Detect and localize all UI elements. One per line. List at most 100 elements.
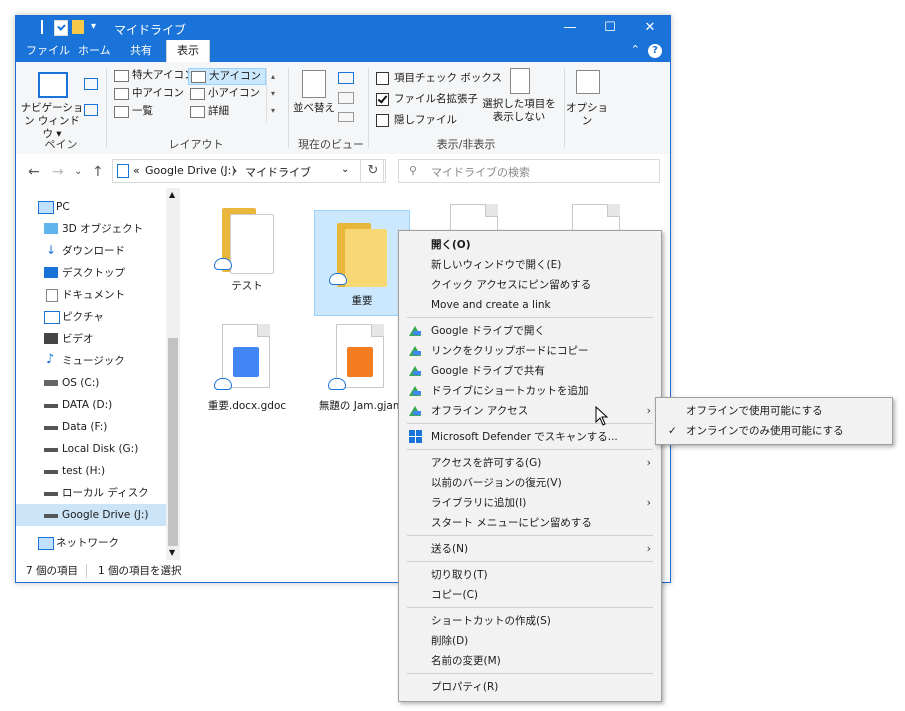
menu-item-include-library[interactable]: ライブラリに追加(I) › [399,493,661,513]
hide-selected-button[interactable]: 選択した項目を 表示しない [482,98,556,124]
menu-item-pin-start[interactable]: スタート メニューにピン留めする [399,513,661,533]
hidden-files-toggle[interactable] [376,114,389,127]
menu-item-properties[interactable]: プロパティ(R) [399,677,661,697]
close-button[interactable]: ✕ [630,16,670,40]
nav-item-network[interactable]: ネットワーク [16,532,166,554]
nav-item-test-h[interactable]: test (H:) [16,460,166,482]
help-icon[interactable]: ? [648,44,662,58]
menu-item-restore-versions[interactable]: 以前のバージョンの復元(V) [399,473,661,493]
recent-dropdown-icon[interactable]: ⌄ [74,166,82,177]
menu-item-offline-access[interactable]: オフライン アクセス › [399,401,661,421]
menu-item-create-shortcut[interactable]: ショートカットの作成(S) [399,611,661,631]
menu-item-add-shortcut-drive[interactable]: ドライブにショートカットを追加 [399,381,661,401]
details-pane-icon[interactable] [84,104,98,116]
search-box[interactable]: ⚲ マイドライブの検索 [398,159,660,183]
forward-icon[interactable]: → [52,164,64,180]
nav-item-desktop[interactable]: デスクトップ [16,262,166,284]
options-button[interactable]: オプション [562,102,612,128]
menu-item-cut[interactable]: 切り取り(T) [399,565,661,585]
scroll-down-icon[interactable]: ▼ [169,548,175,557]
tab-home[interactable]: ホーム [78,40,111,62]
drive-icon [44,380,58,386]
tab-share[interactable]: 共有 [130,40,152,62]
navigation-pane-icon[interactable] [38,72,68,98]
menu-item-open-new-window[interactable]: 新しいウィンドウで開く(E) [399,255,661,275]
menu-item-send-to[interactable]: 送る(N) › [399,539,661,559]
breadcrumb-folder[interactable]: マイドライブ [245,164,311,180]
nav-item-local-i[interactable]: ローカル ディスク (I:) [16,482,166,521]
menu-item-copy-link[interactable]: リンクをクリップボードにコピー [399,341,661,361]
layout-details[interactable]: 詳細 [188,104,229,119]
file-item-gdoc[interactable]: 重要.docx.gdoc [200,316,294,420]
new-folder-quick-icon[interactable] [72,20,84,34]
layout-small-icons[interactable]: 小アイコン [188,86,260,101]
nav-item-music[interactable]: ♪ ミュージック [16,350,166,372]
menu-item-pin-quick-access[interactable]: クイック アクセスにピン留めする [399,275,661,295]
menu-item-share-drive[interactable]: Google ドライブで共有 [399,361,661,381]
menu-item-defender-scan[interactable]: Microsoft Defender でスキャンする... [399,427,661,447]
nav-item-local-g[interactable]: Local Disk (G:) [16,438,166,460]
nav-item-documents[interactable]: ドキュメント [16,284,166,306]
submenu-item-online-only[interactable]: ✓ オンラインでのみ使用可能にする [656,421,892,441]
desktop-icon [44,267,58,278]
hide-selected-icon[interactable] [510,68,530,94]
nav-item-google-drive[interactable]: Google Drive (J:) [16,504,166,526]
file-item-important[interactable]: 重要 [314,210,410,316]
menu-item-delete[interactable]: 削除(D) [399,631,661,651]
tab-view[interactable]: 表示 [166,40,210,62]
nav-item-videos[interactable]: ビデオ [16,328,166,350]
file-item-test[interactable]: テスト [200,196,294,300]
preview-pane-icon[interactable] [84,78,98,90]
sort-icon[interactable] [302,70,326,98]
sort-button[interactable]: 並べ替え [292,102,336,115]
add-columns-icon[interactable] [338,92,354,104]
nav-item-downloads[interactable]: ↓ ダウンロード [16,240,166,262]
nav-item-pictures[interactable]: ピクチャ [16,306,166,328]
menu-item-rename[interactable]: 名前の変更(M) [399,651,661,671]
file-extension-toggle[interactable] [376,93,389,106]
scroll-thumb[interactable] [168,338,178,546]
menu-item-open-in-drive[interactable]: Google ドライブで開く [399,321,661,341]
refresh-icon: ↻ [367,163,379,178]
quick-access-dropdown-icon[interactable] [91,20,101,34]
menu-item-move-link[interactable]: Move and create a link [399,295,661,315]
nav-scrollbar[interactable]: ▲ ▼ [166,188,180,560]
nav-item-pc[interactable]: PC [16,196,166,218]
layout-large-icons[interactable]: 大アイコン [188,68,266,85]
up-icon[interactable]: ↑ [92,164,104,180]
nav-item-os-c[interactable]: OS (C:) [16,372,166,394]
nav-item-data-f[interactable]: Data (F:) [16,416,166,438]
scroll-up-icon[interactable]: ▲ [169,190,175,199]
breadcrumb-drive[interactable]: Google Drive (J:) [145,164,236,177]
breadcrumb-sep[interactable]: › [233,164,237,177]
address-overflow[interactable]: « [133,164,140,177]
layout-extra-large-icons[interactable]: 特大アイコン [112,68,194,83]
menu-item-open[interactable]: 開く(O) [399,235,661,255]
navigation-pane: PC 3D オブジェクト ↓ ダウンロード デスクトップ ドキュメント ピクチャ … [16,188,166,560]
minimize-button[interactable]: — [550,16,590,40]
layout-medium-icons[interactable]: 中アイコン [112,86,184,101]
properties-quick-icon[interactable] [54,20,68,36]
nav-item-3d-objects[interactable]: 3D オブジェクト [16,218,166,240]
menu-item-give-access[interactable]: アクセスを許可する(G) › [399,453,661,473]
back-icon[interactable]: ← [28,164,40,180]
item-checkbox-toggle[interactable] [376,72,389,85]
address-dropdown-icon[interactable]: ⌄ [341,164,349,175]
size-columns-icon[interactable] [338,112,354,122]
file-item-gjam[interactable]: 無題の Jam.gjam [314,316,408,420]
maximize-button[interactable]: ☐ [590,16,630,40]
title-bar[interactable]: マイドライブ — ☐ ✕ [16,16,670,40]
address-bar[interactable]: « Google Drive (J:) › マイドライブ ⌄ [112,159,384,183]
menu-item-copy[interactable]: コピー(C) [399,585,661,605]
hidden-files-label: 隠しファイル [394,114,457,126]
nav-item-data-d[interactable]: DATA (D:) [16,394,166,416]
chevron-up-icon[interactable]: ⌃ [631,43,640,56]
layout-scroll-icon[interactable]: ▴ ▾ ▾ [266,68,279,122]
group-by-icon[interactable] [338,72,354,84]
options-icon[interactable] [576,70,600,94]
submenu-item-make-offline[interactable]: オフラインで使用可能にする [656,401,892,421]
menu-separator [407,607,653,608]
refresh-button[interactable]: ↻ [360,159,386,183]
tab-file[interactable]: ファイル [26,40,70,62]
layout-list[interactable]: 一覧 [112,104,153,119]
